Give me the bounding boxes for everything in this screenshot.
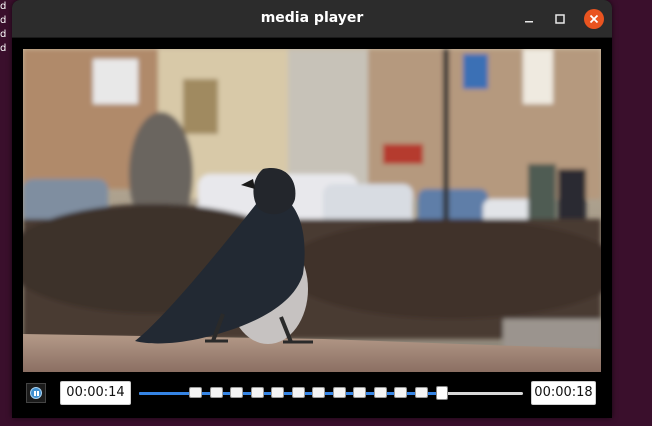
close-button[interactable] xyxy=(584,9,604,29)
seek-handle[interactable] xyxy=(436,386,448,400)
seek-marker xyxy=(189,387,202,398)
pause-bar xyxy=(34,391,36,396)
desktop-letter: d xyxy=(0,29,7,40)
desktop-letter: d xyxy=(0,1,7,12)
seek-marker xyxy=(292,387,305,398)
media-player-window: media player 00:00:14 00:00:18 xyxy=(12,0,612,418)
seek-marker xyxy=(230,387,243,398)
pause-icon xyxy=(30,387,42,399)
desktop-letter: d xyxy=(0,43,7,54)
seek-marker xyxy=(415,387,428,398)
maximize-icon xyxy=(555,14,565,24)
desktop-side-text: d d d d xyxy=(0,0,8,56)
title-bar[interactable]: media player xyxy=(12,0,612,38)
seek-marker xyxy=(312,387,325,398)
seek-marker xyxy=(374,387,387,398)
pause-bar xyxy=(37,391,39,396)
seek-marker xyxy=(271,387,284,398)
minimize-icon xyxy=(525,21,533,23)
desktop-letter: d xyxy=(0,15,7,26)
video-image xyxy=(23,49,601,372)
seek-marker xyxy=(394,387,407,398)
seek-marker xyxy=(353,387,366,398)
play-pause-button[interactable] xyxy=(26,383,46,403)
seek-marker xyxy=(251,387,264,398)
video-frame[interactable] xyxy=(23,49,601,372)
seek-marker xyxy=(333,387,346,398)
current-time: 00:00:14 xyxy=(60,381,131,405)
playback-controls: 00:00:14 00:00:18 xyxy=(12,376,612,410)
seek-bar[interactable] xyxy=(139,386,523,400)
maximize-button[interactable] xyxy=(550,9,570,29)
close-icon xyxy=(589,14,599,24)
total-time: 00:00:18 xyxy=(531,381,596,405)
minimize-button[interactable] xyxy=(519,9,539,29)
seek-marker xyxy=(210,387,223,398)
